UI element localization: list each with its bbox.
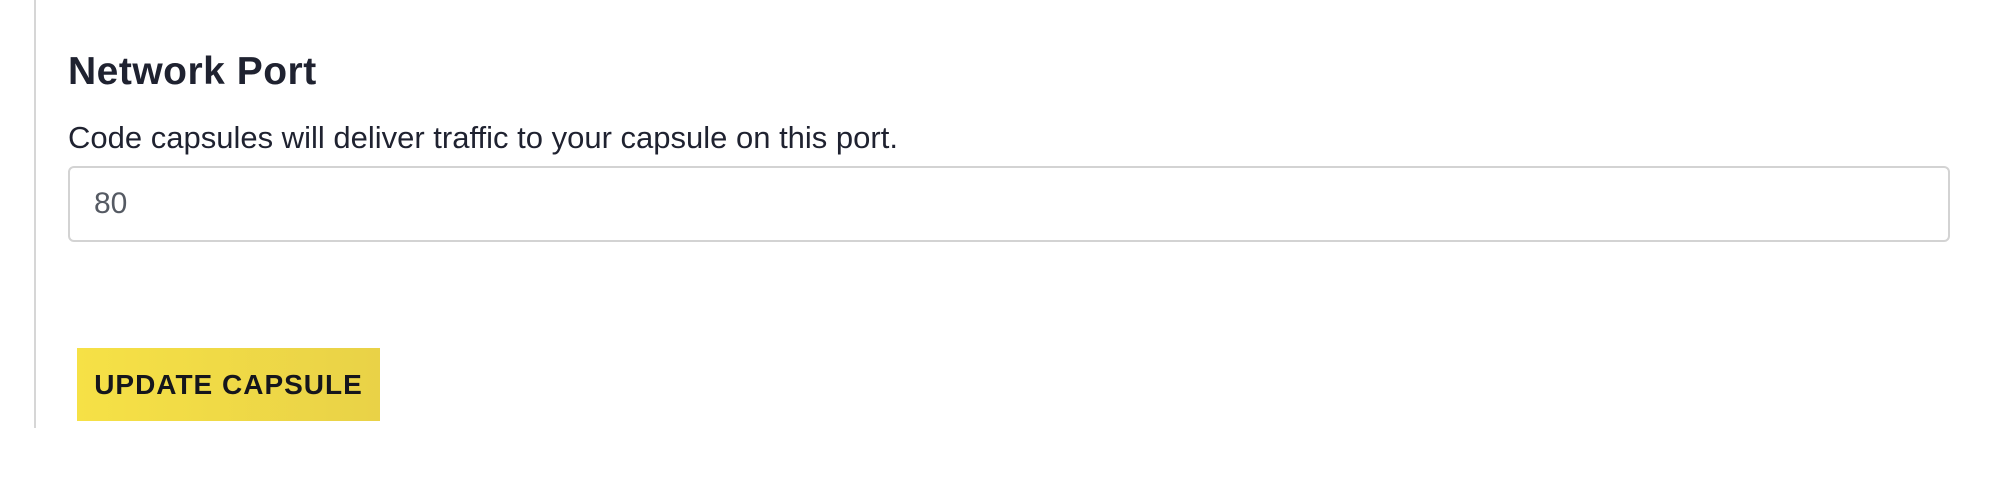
- network-port-input[interactable]: [68, 166, 1950, 242]
- update-capsule-button[interactable]: UPDATE CAPSULE: [77, 348, 380, 421]
- left-divider: [34, 0, 36, 428]
- network-port-title: Network Port: [68, 50, 317, 93]
- network-port-description: Code capsules will deliver traffic to yo…: [68, 120, 898, 155]
